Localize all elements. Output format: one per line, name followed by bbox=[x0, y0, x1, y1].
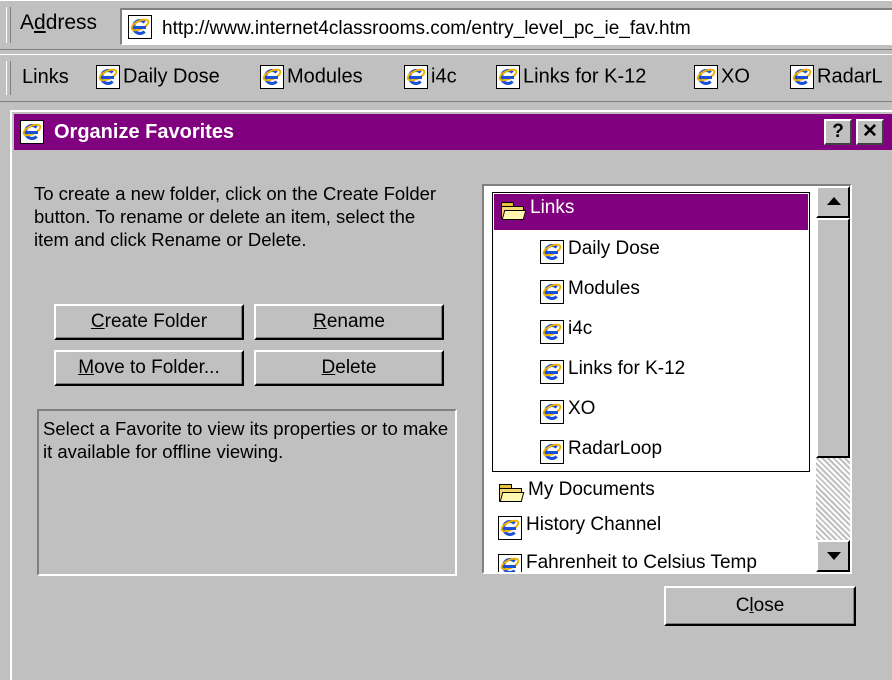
address-url[interactable]: http://www.internet4classrooms.com/entry… bbox=[162, 18, 691, 40]
link-label: RadarL bbox=[817, 65, 883, 88]
ie-page-icon bbox=[540, 400, 564, 424]
tree-item-modules[interactable]: Modules bbox=[540, 274, 640, 310]
ie-page-icon bbox=[540, 360, 564, 384]
ie-page-icon bbox=[498, 516, 522, 540]
favorites-tree[interactable]: Links Daily Dose Modules i4c Links for K… bbox=[482, 184, 852, 574]
tree-item-label: Fahrenheit to Celsius Temp bbox=[526, 552, 757, 572]
ie-page-icon bbox=[498, 554, 522, 572]
rename-button[interactable]: Rename bbox=[254, 304, 444, 340]
tree-scrollbar[interactable] bbox=[816, 186, 850, 572]
open-folder-icon bbox=[498, 483, 525, 503]
tree-item-label: Modules bbox=[568, 278, 640, 299]
link-daily-dose[interactable]: Daily Dose bbox=[96, 65, 220, 89]
down-arrow-icon bbox=[827, 552, 841, 560]
tree-item-label: i4c bbox=[568, 318, 593, 339]
tree-item-daily-dose[interactable]: Daily Dose bbox=[540, 234, 660, 270]
link-modules[interactable]: Modules bbox=[260, 65, 363, 89]
link-links-for-k12[interactable]: Links for K-12 bbox=[496, 65, 646, 89]
dialog-title: Organize Favorites bbox=[54, 121, 235, 143]
links-bar-grip[interactable] bbox=[6, 61, 11, 95]
links-label: Links bbox=[22, 66, 69, 88]
scroll-down-button[interactable] bbox=[816, 540, 850, 572]
tree-item-fahrenheit-to-celsius[interactable]: Fahrenheit to Celsius Temp bbox=[498, 548, 757, 572]
link-label: Modules bbox=[287, 65, 363, 88]
link-i4c[interactable]: i4c bbox=[404, 65, 457, 89]
link-label: XO bbox=[721, 65, 750, 88]
address-input[interactable]: http://www.internet4classrooms.com/entry… bbox=[120, 8, 892, 45]
ie-app-icon bbox=[20, 120, 44, 144]
tree-item-xo[interactable]: XO bbox=[540, 394, 595, 430]
ie-page-icon bbox=[540, 320, 564, 344]
ie-page-icon bbox=[694, 65, 718, 89]
tree-item-i4c[interactable]: i4c bbox=[540, 314, 592, 350]
instructions-text: To create a new folder, click on the Cre… bbox=[34, 183, 437, 250]
ie-page-icon bbox=[540, 280, 564, 304]
tree-item-links-for-k12[interactable]: Links for K-12 bbox=[540, 354, 685, 390]
close-x-button[interactable]: ✕ bbox=[856, 119, 884, 145]
ie-page-icon bbox=[496, 65, 520, 89]
create-folder-button[interactable]: Create Folder bbox=[54, 304, 244, 340]
link-label: i4c bbox=[431, 65, 457, 88]
ie-page-icon bbox=[404, 65, 428, 89]
tree-item-history-channel[interactable]: History Channel bbox=[498, 510, 661, 546]
tree-item-label: RadarLoop bbox=[568, 438, 663, 459]
ie-page-icon bbox=[96, 65, 120, 89]
link-radarloop[interactable]: RadarL bbox=[790, 65, 883, 89]
tree-item-radarloop[interactable]: RadarLoop bbox=[540, 434, 662, 470]
help-button[interactable]: ? bbox=[824, 119, 852, 145]
link-xo[interactable]: XO bbox=[694, 65, 750, 89]
tree-item-my-documents[interactable]: My Documents bbox=[498, 476, 655, 512]
tree-item-label: XO bbox=[568, 398, 596, 419]
close-button[interactable]: Close bbox=[664, 586, 856, 626]
move-to-folder-button[interactable]: Move to Folder... bbox=[54, 350, 244, 386]
delete-button[interactable]: Delete bbox=[254, 350, 444, 386]
up-arrow-icon bbox=[827, 197, 841, 205]
ie-page-icon bbox=[790, 65, 814, 89]
ie-page-icon bbox=[540, 440, 564, 464]
tree-item-label: My Documents bbox=[528, 478, 655, 500]
address-label: Address bbox=[20, 11, 98, 34]
favorite-properties-box: Select a Favorite to view its properties… bbox=[37, 409, 457, 576]
ie-page-icon bbox=[128, 15, 152, 39]
dialog-title-bar[interactable]: Organize Favorites ? ✕ bbox=[14, 114, 892, 150]
scroll-up-button[interactable] bbox=[816, 186, 850, 218]
favorites-tree-list: Links Daily Dose Modules i4c Links for K… bbox=[484, 186, 812, 572]
ie-page-icon bbox=[260, 65, 284, 89]
organize-favorites-dialog: Organize Favorites ? ✕ To create a new f… bbox=[10, 110, 892, 680]
link-label: Links for K-12 bbox=[523, 65, 647, 88]
ie-page-icon bbox=[540, 240, 564, 264]
link-label: Daily Dose bbox=[123, 65, 220, 88]
tree-item-label: History Channel bbox=[526, 514, 662, 535]
address-bar: Address http://www.internet4classrooms.c… bbox=[0, 0, 892, 50]
tree-item-label: Links for K-12 bbox=[568, 358, 686, 379]
address-bar-grip[interactable] bbox=[6, 7, 11, 43]
links-bar: Links Daily Dose Modules i4c Links for K… bbox=[0, 54, 892, 102]
scroll-thumb[interactable] bbox=[816, 218, 850, 458]
tree-item-label: Daily Dose bbox=[568, 238, 660, 259]
